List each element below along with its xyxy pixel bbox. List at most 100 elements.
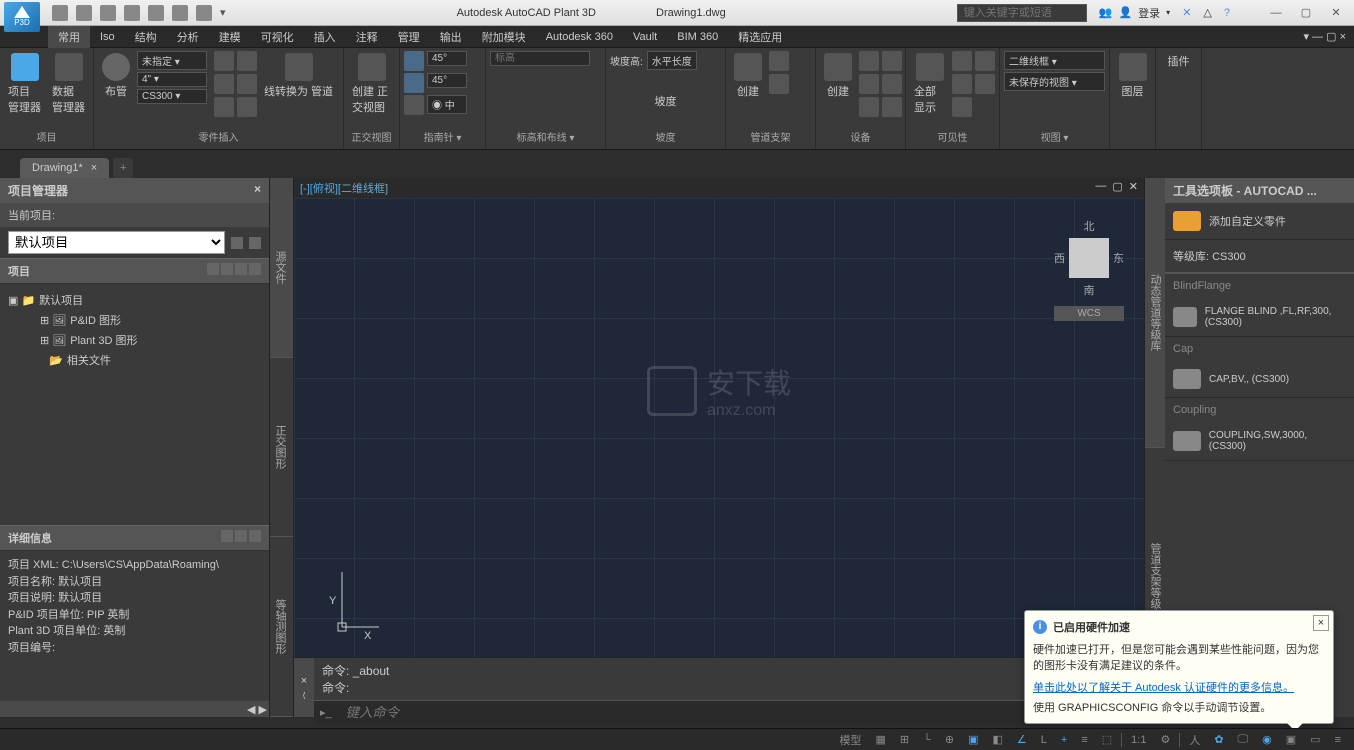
viewcube-cube[interactable]	[1069, 238, 1109, 278]
menu-附加模块[interactable]: 附加模块	[472, 26, 536, 48]
visual-style-dropdown[interactable]: 二维线框 ▾	[1004, 51, 1105, 70]
tree-item[interactable]: ⊞ 🖼 Plant 3D 图形	[8, 330, 261, 350]
close-button[interactable]: ✕	[1322, 3, 1350, 23]
plugin-button[interactable]: 插件	[1160, 51, 1197, 71]
menu-输出[interactable]: 输出	[430, 26, 472, 48]
login-label[interactable]: 登录	[1138, 5, 1160, 21]
create-ortho-button[interactable]: 创建 正交视图	[348, 51, 395, 117]
add-tab-button[interactable]: +	[113, 158, 133, 178]
user-icon[interactable]: 👤	[1118, 6, 1132, 19]
search-input[interactable]	[957, 4, 1087, 22]
tree-item[interactable]: ⊞ 🖼 P&ID 图形	[8, 310, 261, 330]
qat-open-icon[interactable]	[76, 5, 92, 21]
spec-dropdown-2[interactable]: 4" ▾	[137, 72, 207, 87]
app-icon[interactable]: P3D	[4, 2, 40, 32]
scroll-right-icon[interactable]: ▶	[259, 703, 267, 715]
project-manager-button[interactable]: 项目 管理器	[4, 51, 45, 117]
menu-可视化[interactable]: 可视化	[251, 26, 304, 48]
show-all-button[interactable]: 全部 显示	[910, 51, 949, 117]
qat-undo-icon[interactable]	[172, 5, 188, 21]
tree-root[interactable]: ▣ 📁 默认项目	[8, 290, 261, 310]
menu-注释[interactable]: 注释	[346, 26, 388, 48]
snap-icon[interactable]: ⊞	[895, 731, 914, 748]
compass-icon[interactable]	[404, 73, 424, 93]
osnap-icon[interactable]: ▣	[963, 731, 983, 748]
ribbon-small-icon[interactable]	[214, 51, 234, 71]
customize-icon[interactable]: ≡	[1330, 732, 1346, 748]
ribbon-small-icon[interactable]	[214, 74, 234, 94]
minimize-button[interactable]: —	[1262, 3, 1290, 23]
ribbon-small-icon[interactable]	[237, 74, 257, 94]
qat-plot-icon[interactable]	[148, 5, 164, 21]
view-dropdown[interactable]: 未保存的视图 ▾	[1004, 72, 1105, 91]
spec-dropdown-1[interactable]: 未指定 ▾	[137, 51, 207, 70]
tree-item[interactable]: 📂 相关文件	[8, 350, 261, 370]
viewport-close-icon[interactable]: ✕	[1129, 180, 1138, 196]
wcs-label[interactable]: WCS	[1054, 306, 1124, 321]
refresh-icon[interactable]	[231, 237, 243, 249]
help-icon[interactable]: ?	[1224, 7, 1230, 19]
lwt-icon[interactable]: ≡	[1076, 732, 1092, 748]
palette-item[interactable]: FLANGE BLIND ,FL,RF,300, (CS300)	[1165, 298, 1354, 337]
ducs-icon[interactable]: L	[1036, 732, 1052, 748]
qat-new-icon[interactable]	[52, 5, 68, 21]
annotation-icon[interactable]: 人	[1184, 730, 1205, 750]
data-manager-button[interactable]: 数据 管理器	[48, 51, 89, 117]
gear-icon[interactable]: ⚙	[1155, 731, 1175, 748]
popup-link[interactable]: 单击此处以了解关于 Autodesk 认证硬件的更多信息。	[1033, 682, 1294, 694]
side-tab-ortho[interactable]: 正交图形	[270, 358, 293, 538]
compass-icon[interactable]	[404, 95, 424, 115]
qat-redo-icon[interactable]	[196, 5, 212, 21]
tab-close-icon[interactable]: ×	[91, 162, 97, 174]
menu-Autodesk 360[interactable]: Autodesk 360	[536, 28, 623, 46]
palette-item[interactable]: CAP,BV,, (CS300)	[1165, 361, 1354, 398]
menu-BIM 360[interactable]: BIM 360	[667, 28, 728, 46]
qat-saveas-icon[interactable]	[124, 5, 140, 21]
browse-icon[interactable]	[249, 237, 261, 249]
menu-管理[interactable]: 管理	[388, 26, 430, 48]
file-tab-drawing1[interactable]: Drawing1*×	[20, 158, 109, 178]
model-button[interactable]: 模型	[834, 730, 866, 750]
grid-icon[interactable]: ▦	[870, 731, 890, 748]
side-tab-iso[interactable]: 等轴测图形	[270, 537, 293, 717]
ribbon-small-icon[interactable]	[237, 97, 257, 117]
route-pipe-button[interactable]: 布管	[98, 51, 134, 101]
popup-close-button[interactable]: ×	[1313, 615, 1329, 631]
line-to-pipe-button[interactable]: 线转换为 管道	[260, 51, 337, 101]
current-project-select[interactable]: 默认项目	[8, 231, 225, 254]
side-tab-source[interactable]: 源文件	[270, 178, 293, 358]
compass-icon[interactable]	[404, 51, 424, 71]
palette-item[interactable]: COUPLING,SW,3000, (CS300)	[1165, 422, 1354, 461]
drawing-canvas[interactable]: 安下载anxz.com 北 西东 南 WCS Y X	[294, 198, 1144, 657]
qat-save-icon[interactable]	[100, 5, 116, 21]
clean-icon[interactable]: ▭	[1305, 731, 1325, 748]
a360-icon[interactable]: △	[1203, 6, 1211, 19]
elevation-input[interactable]	[490, 51, 590, 66]
tpy-icon[interactable]: ⬚	[1097, 731, 1117, 748]
menu-建模[interactable]: 建模	[209, 26, 251, 48]
layers-button[interactable]: 图层	[1114, 51, 1151, 101]
menu-精选应用[interactable]: 精选应用	[728, 26, 792, 48]
viewport-minimize-icon[interactable]: —	[1095, 180, 1106, 196]
hwaccel-icon[interactable]: ◉	[1257, 731, 1277, 748]
ribbon-controls[interactable]: ▾ — ▢ ×	[1303, 30, 1354, 43]
command-handle[interactable]: ×⟨	[294, 658, 314, 717]
dyn-icon[interactable]: +	[1056, 732, 1072, 748]
exchange-icon[interactable]: ✕	[1182, 6, 1191, 19]
create-equipment-button[interactable]: 创建	[820, 51, 856, 101]
3dosnap-icon[interactable]: ◧	[987, 731, 1007, 748]
create-support-button[interactable]: 创建	[730, 51, 766, 101]
isolate-icon[interactable]: ▣	[1281, 731, 1301, 748]
viewcube[interactable]: 北 西东 南 WCS	[1054, 218, 1124, 321]
otrack-icon[interactable]: ∠	[1012, 731, 1032, 748]
polar-icon[interactable]: ⊕	[940, 731, 959, 748]
viewport-label[interactable]: [-][俯视][二维线框]	[300, 180, 388, 196]
palette-tab-dynamic[interactable]: 动态管道等级库	[1145, 178, 1165, 448]
menu-常用[interactable]: 常用	[48, 26, 90, 48]
scale-button[interactable]: 1:1	[1126, 732, 1151, 748]
add-custom-part[interactable]: 添加自定义零件	[1165, 203, 1354, 240]
spec-dropdown-3[interactable]: CS300 ▾	[137, 89, 207, 104]
scroll-left-icon[interactable]: ◀	[247, 703, 255, 715]
menu-Iso[interactable]: Iso	[90, 28, 125, 46]
maximize-button[interactable]: ▢	[1292, 3, 1320, 23]
